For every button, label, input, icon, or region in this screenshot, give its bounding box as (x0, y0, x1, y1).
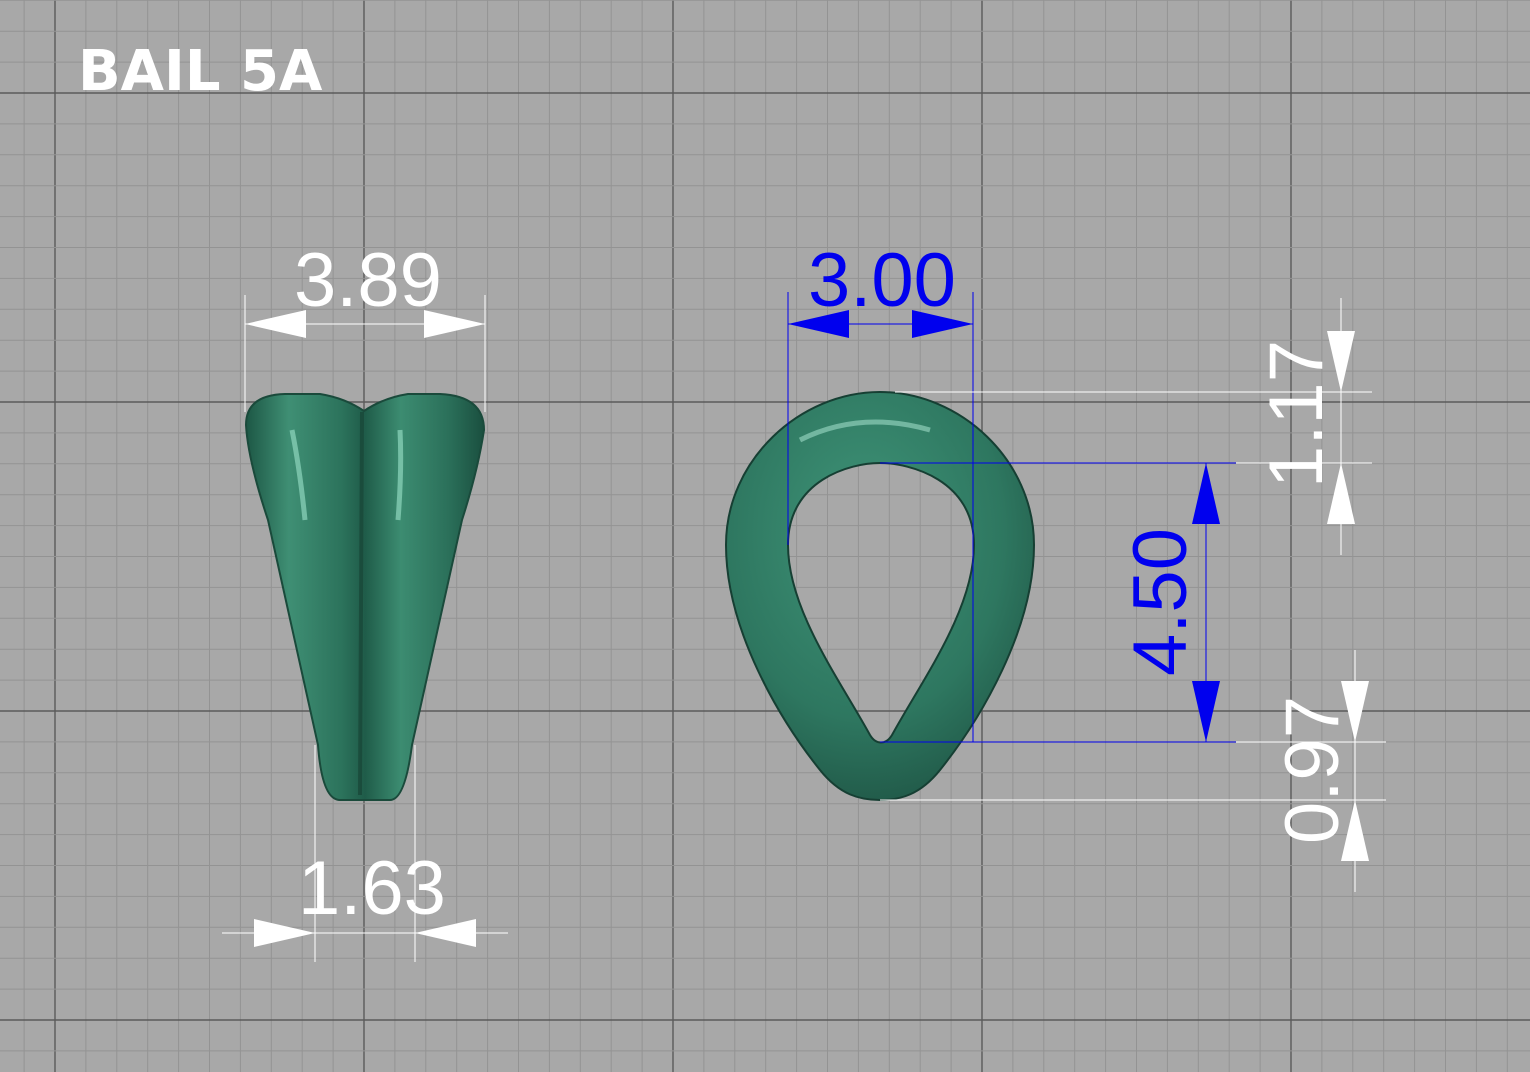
bail-front-view[interactable] (724, 390, 1036, 802)
drawing-canvas: 3.89 1.63 3.00 4.50 1.17 0.97 (0, 0, 1530, 1072)
part-title-overlay: BAIL 5A (78, 39, 323, 104)
cad-viewport[interactable]: BAIL 5A (0, 0, 1530, 1072)
bail-side-view[interactable] (244, 393, 486, 801)
dimension-inner-height-label: 4.50 (1118, 528, 1203, 676)
dimension-bottom-width-label: 1.63 (298, 846, 446, 931)
dimension-inner-width-label: 3.00 (808, 238, 956, 323)
dimension-bottom-thickness-label: 0.97 (1270, 696, 1355, 844)
dimension-top-width-label: 3.89 (294, 238, 442, 323)
dimension-top-thickness-label: 1.17 (1254, 340, 1339, 488)
